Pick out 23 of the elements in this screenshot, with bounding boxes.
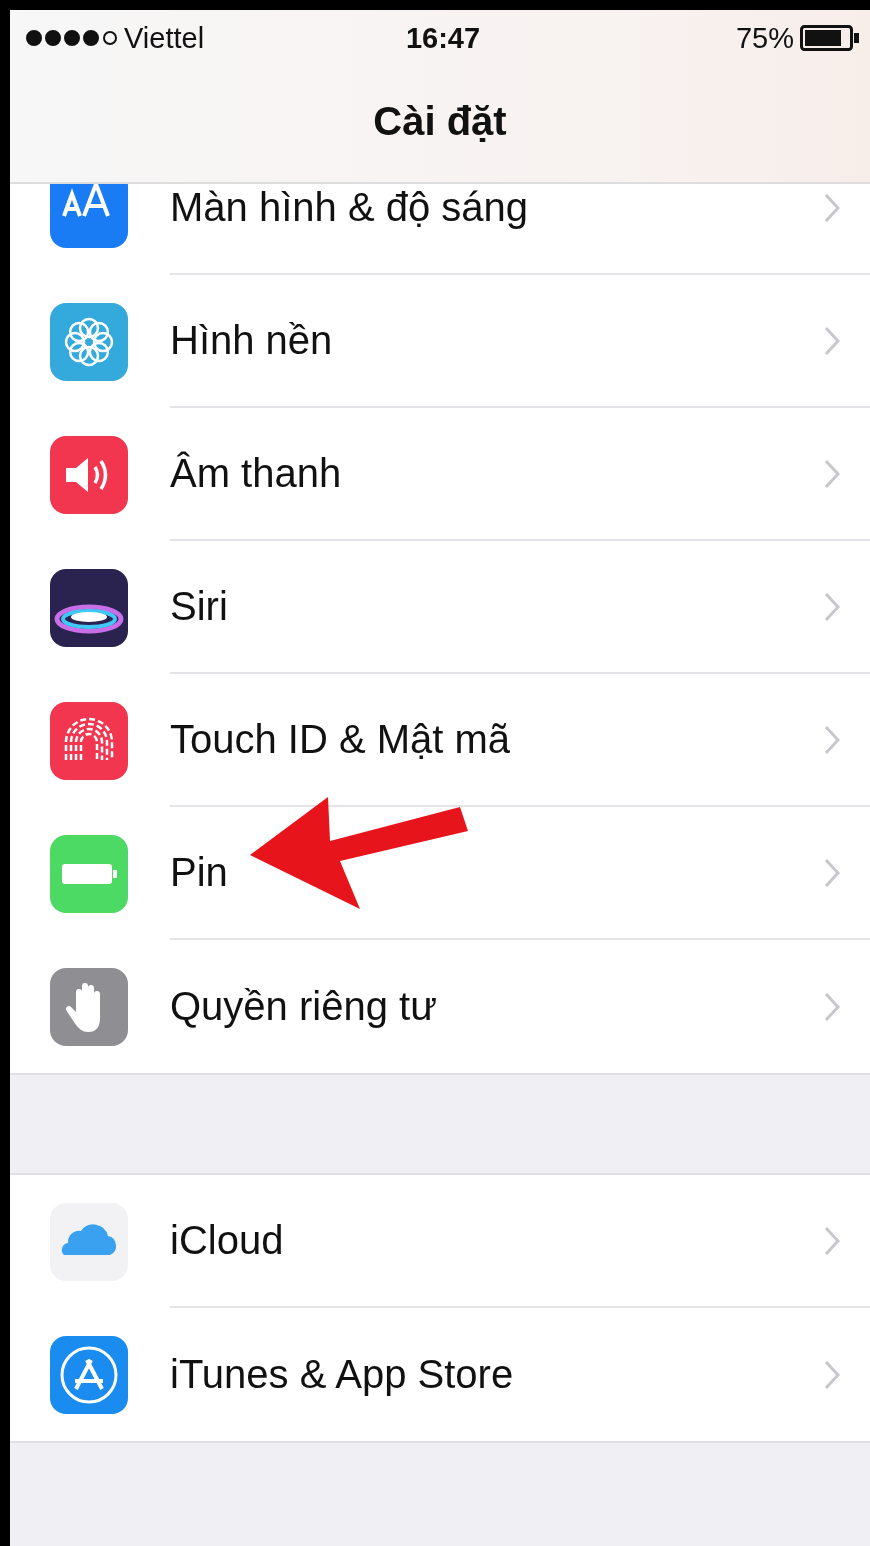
page-title: Cài đặt	[373, 98, 507, 144]
settings-item[interactable]: iCloud	[170, 1175, 870, 1308]
chevron-icon	[824, 458, 840, 489]
settings-item[interactable]: Quyền riêng tư	[170, 940, 870, 1073]
settings-item[interactable]: Hình nền	[170, 275, 870, 408]
battery-percentage: 75%	[735, 21, 794, 55]
chevron-icon	[824, 857, 840, 888]
chevron-icon	[824, 1359, 840, 1390]
signal-icon	[26, 30, 118, 46]
settings-item[interactable]: Siri	[170, 541, 870, 674]
status-time: 16:47	[404, 21, 482, 55]
chevron-icon	[824, 991, 840, 1022]
carrier-name: Viettel	[124, 21, 205, 55]
chevron-icon	[824, 325, 840, 356]
settings-item[interactable]: Touch ID & Mật mã	[170, 674, 870, 807]
settings-item[interactable]: Màn hình & độ sáng	[170, 184, 870, 275]
settings-item[interactable]: Âm thanh	[170, 408, 870, 541]
chevron-icon	[824, 192, 840, 223]
chevron-icon	[824, 1225, 840, 1256]
settings-item[interactable]: iTunes & App Store	[170, 1308, 870, 1441]
chevron-icon	[824, 591, 840, 622]
battery-icon	[800, 25, 860, 51]
chevron-icon	[824, 724, 840, 755]
